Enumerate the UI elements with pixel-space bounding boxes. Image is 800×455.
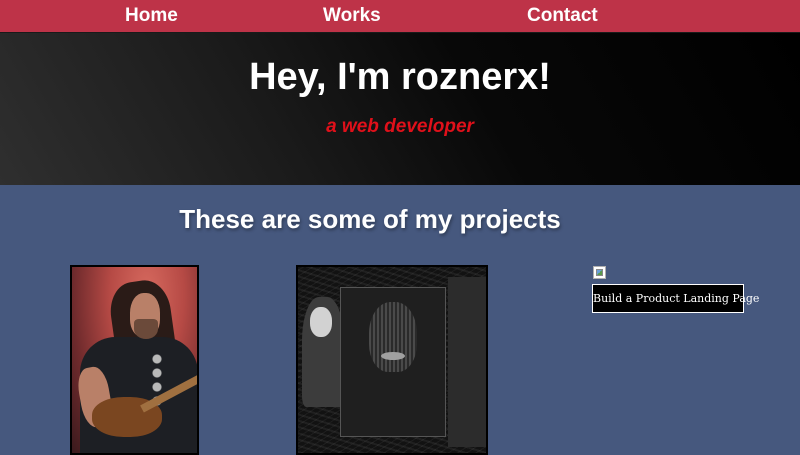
nav-link-contact[interactable]: Contact <box>527 0 598 32</box>
artwork-right-figure <box>448 277 486 447</box>
musician-beard <box>134 319 158 339</box>
project-tile-portrait-artwork[interactable] <box>296 265 488 455</box>
artwork-face <box>369 302 417 372</box>
broken-image-icon[interactable] <box>593 266 606 279</box>
projects-heading: These are some of my projects <box>179 204 561 234</box>
artwork-left-face <box>310 307 332 337</box>
projects-section: These are some of my projects Build a Pr… <box>0 185 800 455</box>
top-navbar: Home Works Contact <box>0 0 800 33</box>
project-tile-musician-photo[interactable] <box>70 265 199 455</box>
broken-image-glyph <box>596 269 603 276</box>
nav-link-home[interactable]: Home <box>125 0 178 32</box>
nav-link-works[interactable]: Works <box>323 0 381 32</box>
artwork-inner-frame <box>340 287 446 437</box>
welcome-section: Hey, I'm roznerx! a web developer <box>0 33 800 185</box>
artwork-lips <box>381 352 405 360</box>
hero-title: Hey, I'm roznerx! <box>249 56 551 98</box>
product-landing-page-button[interactable]: Build a Product Landing Page <box>592 284 759 313</box>
hero-subtitle: a web developer <box>326 116 474 137</box>
